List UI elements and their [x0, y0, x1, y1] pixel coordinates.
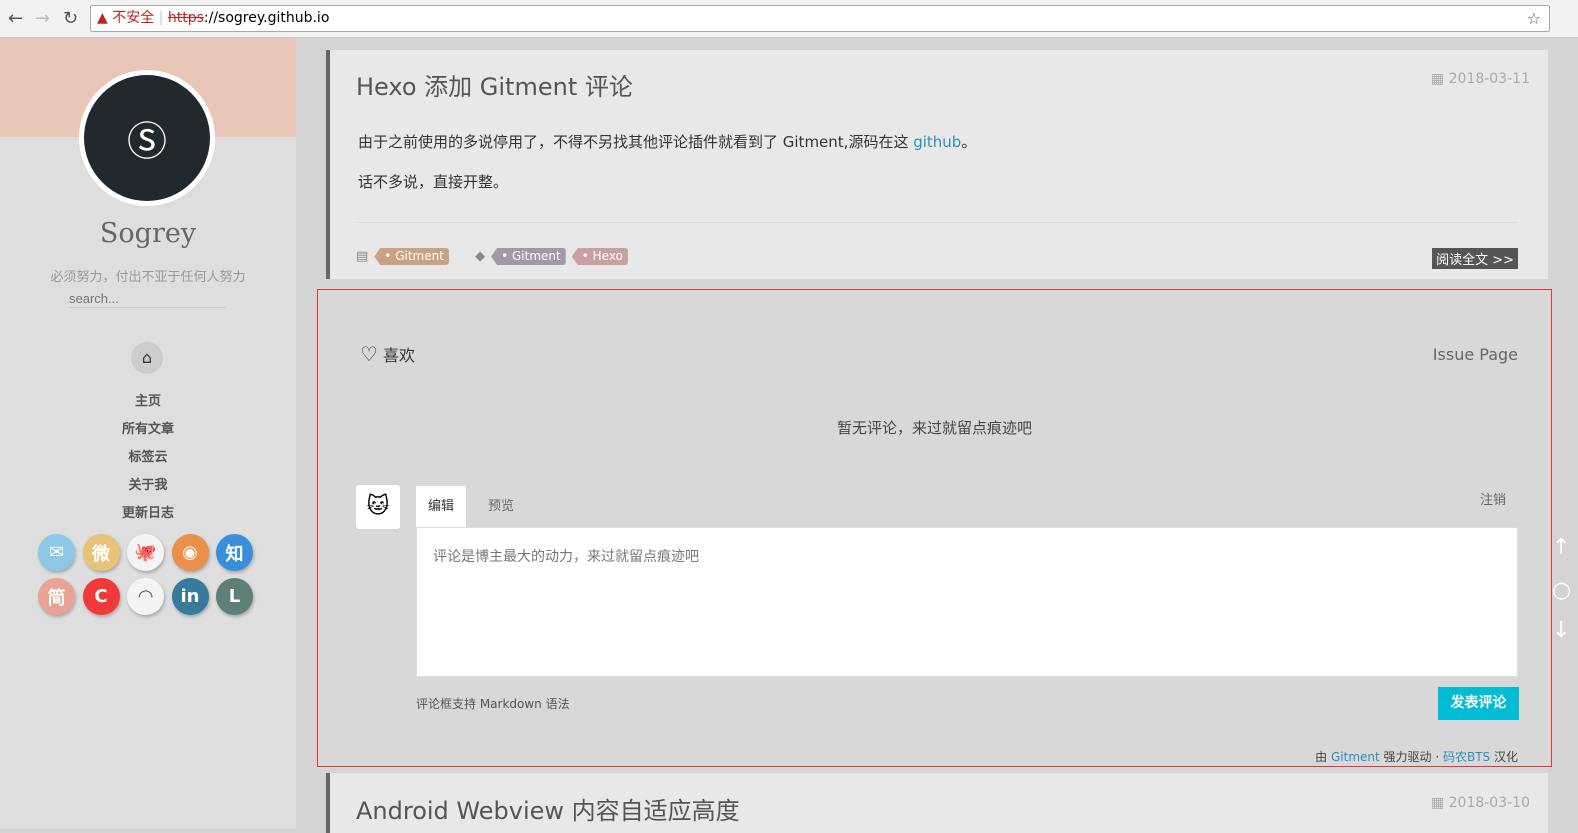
bookmark-star-icon[interactable]: ☆: [1527, 6, 1541, 31]
tag-label: Gitment: [511, 249, 561, 263]
like-label: 喜欢: [383, 346, 416, 365]
csdn-icon[interactable]: C: [82, 578, 120, 615]
tab-edit[interactable]: 编辑: [416, 486, 467, 528]
scroll-top-icon[interactable]: ↑: [1552, 535, 1570, 560]
site-name[interactable]: Sogrey: [0, 218, 296, 249]
jianshu-icon[interactable]: 简: [38, 578, 75, 615]
url-scheme: https: [167, 10, 204, 26]
back-icon[interactable]: ←: [8, 8, 23, 29]
github-link[interactable]: github: [913, 133, 961, 151]
menu-item-archives[interactable]: 所有文章: [0, 416, 296, 444]
category-tag[interactable]: • Gitment: [374, 248, 449, 265]
address-bar[interactable]: ▲ 不安全 | https://sogrey.github.io ☆: [90, 5, 1550, 32]
post-date: ▦ 2018-03-11: [1430, 71, 1530, 87]
excerpt-line2: 话不多说，直接开整。: [358, 173, 509, 191]
menu-item-about[interactable]: 关于我: [0, 472, 296, 500]
post-date-text: 2018-03-11: [1448, 71, 1530, 87]
rss-icon[interactable]: ◉: [171, 534, 209, 571]
like-button[interactable]: ♡ 喜欢: [360, 342, 415, 366]
sidebar-menu: 主页 所有文章 标签云 关于我 更新日志: [0, 388, 296, 528]
issue-page-link[interactable]: Issue Page: [1433, 345, 1518, 364]
sidebar: Ⓢ Sogrey 必须努力，付出不亚于任何人努力 ⌂ 主页 所有文章 标签云 关…: [0, 38, 296, 829]
footer-text: 汉化: [1490, 750, 1518, 764]
excerpt-end: 。: [961, 133, 977, 151]
logout-link[interactable]: 注销: [1468, 480, 1518, 522]
social-links: ✉ 微 🐙 ◉ 知简 C ◠ in L: [38, 534, 260, 615]
forward-icon[interactable]: →: [35, 8, 50, 29]
empty-comments-text: 暂无评论，来过就留点痕迹吧: [836, 419, 1032, 437]
heart-icon: ♡: [360, 342, 378, 366]
scroll-bottom-icon[interactable]: ↓: [1552, 618, 1570, 643]
post-title[interactable]: Hexo 添加 Gitment 评论: [356, 67, 633, 102]
post-date-text: 2018-03-10: [1448, 795, 1530, 811]
avatar[interactable]: Ⓢ: [79, 70, 215, 206]
weibo-icon[interactable]: 微: [82, 534, 120, 571]
tag-gitment[interactable]: • Gitment: [491, 248, 566, 265]
comment-textarea[interactable]: 评论是博主最大的动力，来过就留点痕迹吧: [416, 527, 1518, 677]
menu-item-changelog[interactable]: 更新日志: [0, 500, 296, 528]
comment-icon[interactable]: ○: [1552, 578, 1571, 603]
security-warning: 不安全: [112, 10, 155, 26]
gitment-container: ♡ 喜欢 Issue Page 暂无评论，来过就留点痕迹吧 🐱 编辑 预览 注销…: [317, 289, 1552, 767]
tag-hexo[interactable]: • Hexo: [571, 248, 628, 265]
l-icon[interactable]: L: [216, 578, 253, 615]
gitment-footer: 由 Gitment 强力驱动 · 码农BTS 汉化: [1315, 748, 1518, 765]
user-avatar[interactable]: 🐱: [356, 485, 400, 529]
segmentfault-icon[interactable]: ◠: [127, 578, 164, 615]
tag-icon: ◆: [475, 249, 486, 264]
site-motto: 必须努力，付出不亚于任何人努力: [50, 270, 246, 285]
post-card: Android Webview 内容自适应高度 ▦ 2018-03-10: [326, 773, 1548, 833]
search-input[interactable]: [69, 290, 226, 308]
reload-icon[interactable]: ↻: [63, 8, 78, 29]
zhihu-icon[interactable]: 知: [216, 534, 253, 571]
submit-comment-button[interactable]: 发表评论: [1438, 687, 1519, 720]
github-icon[interactable]: 🐙: [127, 534, 164, 571]
category-icon: ▤: [356, 249, 369, 264]
editor-tabs: 编辑 预览 注销: [416, 486, 1518, 528]
footer-text: 强力驱动 ·: [1379, 750, 1443, 764]
read-more-button[interactable]: 阅读全文 >>: [1432, 248, 1518, 269]
url-text: ://sogrey.github.io: [203, 10, 330, 26]
markdown-hint: 评论框支持 Markdown 语法: [416, 697, 570, 711]
divider: [356, 222, 1518, 223]
tab-preview[interactable]: 预览: [476, 486, 526, 528]
excerpt-text: 由于之前使用的多说停用了，不得不另找其他评论插件就看到了 Gitment,源码在…: [358, 133, 914, 151]
warning-icon: ▲: [97, 10, 113, 26]
post-meta: ▤ • Gitment ◆ • Gitment • Hexo: [356, 248, 628, 265]
footer-text: 由: [1315, 750, 1331, 764]
category-label: Gitment: [395, 249, 444, 263]
post-excerpt: 由于之前使用的多说停用了，不得不另找其他评论插件就看到了 Gitment,源码在…: [358, 131, 976, 152]
bts-link[interactable]: 码农BTS: [1443, 750, 1490, 764]
home-icon[interactable]: ⌂: [131, 342, 163, 374]
menu-item-tags[interactable]: 标签云: [0, 444, 296, 472]
gitment-link[interactable]: Gitment: [1331, 750, 1380, 764]
menu-item-home[interactable]: 主页: [0, 388, 296, 416]
post-date: ▦ 2018-03-10: [1430, 795, 1530, 811]
post-title[interactable]: Android Webview 内容自适应高度: [356, 791, 740, 826]
tag-label: Hexo: [592, 249, 623, 263]
avatar-icon: Ⓢ: [84, 75, 210, 201]
textarea-placeholder: 评论是博主最大的动力，来过就留点痕迹吧: [433, 549, 699, 565]
browser-toolbar: ← → ↻ ▲ 不安全 | https://sogrey.github.io ☆: [0, 0, 1578, 38]
post-card: Hexo 添加 Gitment 评论 ▦ 2018-03-11 由于之前使用的多…: [326, 50, 1548, 279]
mail-icon[interactable]: ✉: [38, 534, 75, 571]
linkedin-icon[interactable]: in: [171, 578, 209, 615]
